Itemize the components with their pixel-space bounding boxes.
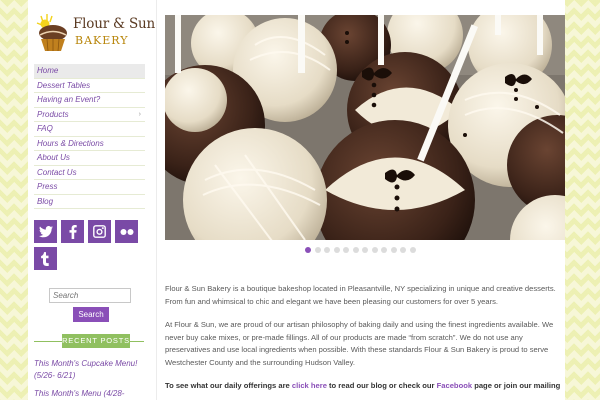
cta-text: to read our blog or check our — [326, 381, 437, 390]
nav-item-label: Hours & Directions — [37, 138, 104, 148]
philosophy-paragraph: At Flour & Sun, we are proud of our arti… — [165, 320, 554, 367]
facebook-link[interactable]: Facebook — [437, 381, 472, 390]
logo[interactable]: Flour & Sun BAKERY — [35, 14, 155, 56]
slider-dot[interactable] — [400, 247, 406, 253]
slider-dot[interactable] — [333, 247, 340, 253]
slider-dot[interactable] — [390, 247, 397, 253]
flickr-icon — [120, 228, 133, 235]
nav-item-label: About Us — [37, 153, 70, 162]
nav-item-about-us[interactable]: About Us — [34, 151, 145, 166]
cta-text: To see what our daily offerings are — [165, 381, 292, 390]
tumblr-button[interactable] — [34, 247, 57, 270]
nav-item-label: Products — [37, 109, 69, 119]
flickr-button[interactable] — [115, 220, 138, 243]
twitter-button[interactable] — [34, 220, 57, 243]
slider-dot[interactable] — [371, 247, 378, 253]
slide-image — [165, 15, 565, 240]
recent-posts-heading: RECENT POSTS — [62, 334, 130, 348]
nav-item-having-an-event[interactable]: Having an Event? — [34, 93, 145, 108]
instagram-icon — [93, 225, 106, 238]
slider-dot[interactable] — [314, 247, 321, 253]
nav-item-blog[interactable]: Blog — [34, 195, 145, 209]
tumblr-icon — [41, 251, 49, 266]
nav-item-hours-directions[interactable]: Hours & Directions — [34, 137, 145, 151]
cta-text: page or join our mailing — [472, 381, 561, 390]
nav-item-label: Contact Us — [37, 167, 77, 177]
nav-item-label: FAQ — [37, 124, 53, 133]
nav-item-home[interactable]: Home — [34, 64, 145, 79]
page: Flour & Sun BAKERY Home Dessert Tables H… — [28, 0, 565, 400]
slider-dot[interactable] — [381, 247, 387, 253]
recent-post-link[interactable]: This Month's Cupcake Menu! (5/26- 6/21) — [34, 358, 146, 382]
facebook-icon — [69, 224, 77, 239]
nav-item-label: Having an Event? — [37, 95, 101, 104]
nav-item-faq[interactable]: FAQ — [34, 122, 145, 137]
hero-slider[interactable] — [165, 15, 565, 240]
slider-dot[interactable] — [362, 247, 368, 253]
slider-dot[interactable] — [324, 247, 330, 253]
slider-dot[interactable] — [305, 247, 311, 253]
logo-title: Flour & Sun — [73, 16, 155, 32]
submenu-arrow-icon: › — [138, 110, 141, 118]
slider-dot[interactable] — [343, 247, 349, 253]
nav-item-dessert-tables[interactable]: Dessert Tables — [34, 79, 145, 93]
slider-dot[interactable] — [352, 247, 359, 253]
search-button[interactable]: Search — [73, 307, 109, 322]
nav-item-press[interactable]: Press — [34, 180, 145, 195]
nav-item-products[interactable]: Products › — [34, 108, 145, 122]
nav-item-label: Press — [37, 182, 58, 191]
recent-post-link[interactable]: This Month's Menu (4/28- — [34, 388, 146, 400]
cta-paragraph: To see what our daily offerings are clic… — [165, 380, 563, 393]
facebook-button[interactable] — [61, 220, 84, 243]
intro-paragraph: Flour & Sun Bakery is a boutique bakesho… — [165, 284, 556, 306]
nav-item-label: Blog — [37, 196, 54, 206]
nav-item-label: Dessert Tables — [37, 80, 91, 90]
nav-item-contact-us[interactable]: Contact Us — [34, 166, 145, 180]
main-content: Flour & Sun Bakery is a boutique bakesho… — [165, 283, 563, 400]
twitter-icon — [38, 225, 53, 237]
main-nav: Home Dessert Tables Having an Event? Pro… — [34, 64, 145, 209]
search-input[interactable] — [49, 288, 131, 303]
recent-posts-heading-wrap: RECENT POSTS — [34, 334, 144, 348]
logo-subtitle: BAKERY — [75, 34, 129, 47]
nav-item-label: Home — [37, 66, 59, 75]
click-here-link[interactable]: click here — [292, 381, 327, 390]
sidebar-divider — [156, 0, 157, 400]
cupcake-logo-icon — [36, 14, 67, 52]
instagram-button[interactable] — [88, 220, 111, 243]
slider-dot[interactable] — [409, 247, 416, 253]
